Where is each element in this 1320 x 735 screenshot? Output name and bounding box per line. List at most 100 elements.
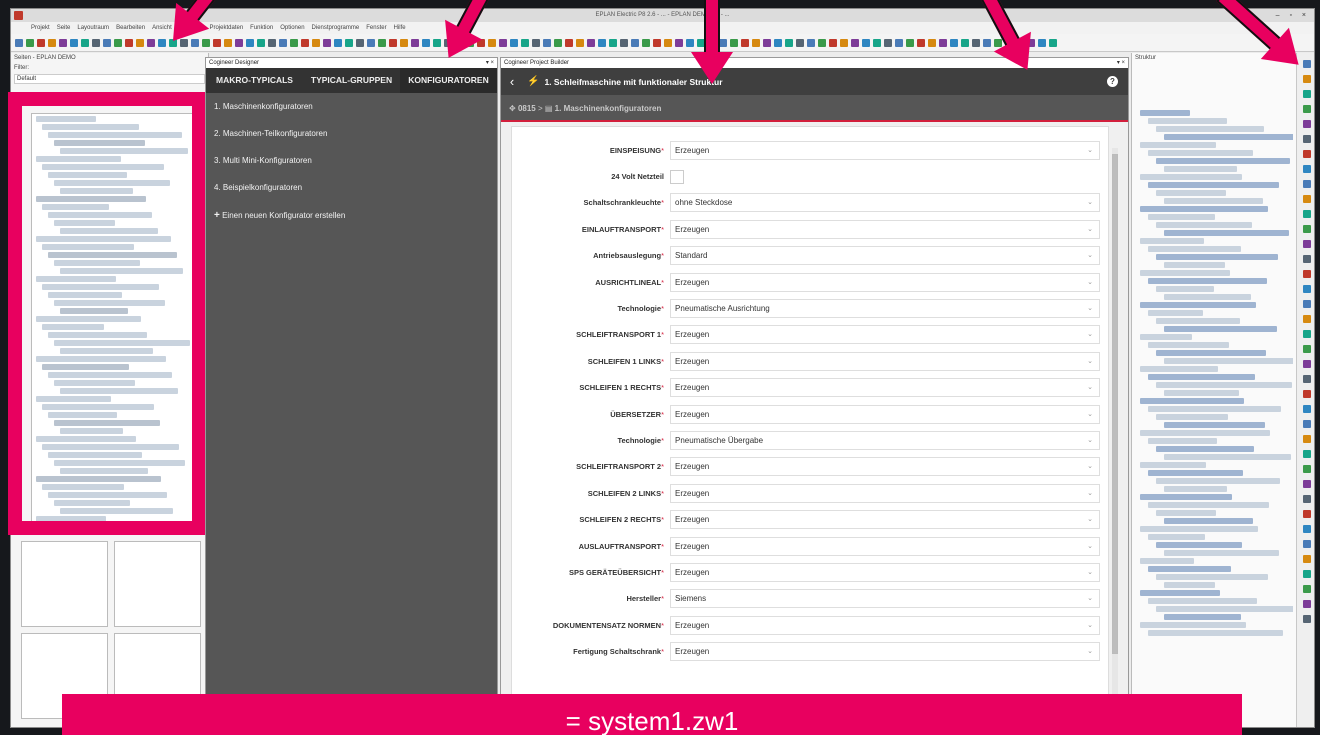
toolbar-button-icon[interactable] bbox=[1302, 360, 1311, 368]
tree-node[interactable] bbox=[1148, 278, 1267, 284]
toolbar-button-icon[interactable] bbox=[59, 38, 67, 47]
menu-item[interactable]: Funktion bbox=[250, 25, 273, 31]
tree-node[interactable] bbox=[1164, 422, 1265, 428]
tree-node[interactable] bbox=[1140, 558, 1194, 564]
tab-makro-typicals[interactable]: MAKRO-TYPICALS bbox=[206, 68, 303, 93]
toolbar-button-icon[interactable] bbox=[92, 38, 100, 47]
toolbar-button-icon[interactable] bbox=[543, 38, 551, 47]
toolbar-button-icon[interactable] bbox=[1302, 300, 1311, 308]
toolbar-button-icon[interactable] bbox=[631, 38, 639, 47]
toolbar-button-icon[interactable] bbox=[752, 38, 760, 47]
tree-node[interactable] bbox=[1156, 318, 1240, 324]
tree-node[interactable] bbox=[1164, 294, 1251, 300]
tree-node[interactable] bbox=[1164, 454, 1291, 460]
tree-node[interactable] bbox=[1164, 486, 1227, 492]
tree-node[interactable] bbox=[1156, 382, 1292, 388]
tree-node[interactable] bbox=[1140, 366, 1218, 372]
toolbar-button-icon[interactable] bbox=[510, 38, 518, 47]
breadcrumb-project[interactable]: 0815 bbox=[518, 104, 536, 113]
designer-item-maschinen-teilkonfiguratoren[interactable]: 2. Maschinen-Teilkonfiguratoren bbox=[206, 120, 497, 147]
tree-node[interactable] bbox=[1140, 174, 1242, 180]
toolbar-button-icon[interactable] bbox=[917, 38, 925, 47]
toolbar-button-icon[interactable] bbox=[851, 38, 859, 47]
designer-item-beispielkonfiguratoren[interactable]: 4. Beispielkonfiguratoren bbox=[206, 174, 497, 201]
toolbar-button-icon[interactable] bbox=[609, 38, 617, 47]
tree-node[interactable] bbox=[1140, 238, 1204, 244]
field-dropdown[interactable]: Erzeugen ⌄ bbox=[670, 510, 1100, 530]
tree-node[interactable] bbox=[1164, 614, 1241, 620]
menu-item[interactable]: Optionen bbox=[280, 25, 304, 31]
filter-dropdown[interactable]: Default bbox=[14, 74, 205, 84]
toolbar-button-icon[interactable] bbox=[1038, 38, 1046, 47]
tree-node[interactable] bbox=[1156, 286, 1214, 292]
field-dropdown[interactable]: Erzeugen ⌄ bbox=[670, 378, 1100, 398]
toolbar-button-icon[interactable] bbox=[26, 38, 34, 47]
toolbar-button-icon[interactable] bbox=[1302, 390, 1311, 398]
toolbar-button-icon[interactable] bbox=[1302, 510, 1311, 518]
tree-node[interactable] bbox=[1164, 390, 1239, 396]
toolbar-button-icon[interactable] bbox=[1302, 60, 1311, 68]
tree-node[interactable] bbox=[1156, 190, 1226, 196]
tree-node[interactable] bbox=[1156, 542, 1242, 548]
tree-node[interactable] bbox=[1140, 398, 1244, 404]
tree-node[interactable] bbox=[1156, 222, 1252, 228]
toolbar-button-icon[interactable] bbox=[378, 38, 386, 47]
toolbar-button-icon[interactable] bbox=[125, 38, 133, 47]
help-icon[interactable]: ? bbox=[1107, 76, 1118, 87]
toolbar-button-icon[interactable] bbox=[1049, 38, 1057, 47]
toolbar-button-icon[interactable] bbox=[103, 38, 111, 47]
toolbar-button-icon[interactable] bbox=[1302, 210, 1311, 218]
tree-node[interactable] bbox=[1156, 414, 1228, 420]
toolbar-button-icon[interactable] bbox=[884, 38, 892, 47]
toolbar-button-icon[interactable] bbox=[70, 38, 78, 47]
toolbar-button-icon[interactable] bbox=[246, 38, 254, 47]
menu-item[interactable]: Bearbeiten bbox=[116, 25, 145, 31]
field-dropdown[interactable]: Erzeugen ⌄ bbox=[670, 483, 1100, 503]
toolbar-button-icon[interactable] bbox=[37, 38, 45, 47]
field-dropdown[interactable]: Erzeugen ⌄ bbox=[670, 536, 1100, 556]
toolbar-button-icon[interactable] bbox=[213, 38, 221, 47]
tree-node[interactable] bbox=[1148, 150, 1253, 156]
toolbar-button-icon[interactable] bbox=[279, 38, 287, 47]
toolbar-button-icon[interactable] bbox=[81, 38, 89, 47]
toolbar-button-icon[interactable] bbox=[928, 38, 936, 47]
field-dropdown[interactable]: Erzeugen ⌄ bbox=[670, 562, 1100, 582]
toolbar-button-icon[interactable] bbox=[136, 38, 144, 47]
toolbar-button-icon[interactable] bbox=[1302, 525, 1311, 533]
toolbar-button-icon[interactable] bbox=[1302, 255, 1311, 263]
tree-node[interactable] bbox=[1148, 182, 1279, 188]
toolbar-button-icon[interactable] bbox=[686, 38, 694, 47]
field-dropdown[interactable]: Erzeugen ⌄ bbox=[670, 457, 1100, 477]
toolbar-button-icon[interactable] bbox=[675, 38, 683, 47]
field-dropdown[interactable]: Pneumatische Übergabe ⌄ bbox=[670, 430, 1100, 450]
toolbar-button-icon[interactable] bbox=[521, 38, 529, 47]
scrollbar-thumb[interactable] bbox=[1112, 154, 1118, 654]
tree-node[interactable] bbox=[1140, 590, 1220, 596]
toolbar-button-icon[interactable] bbox=[1302, 90, 1311, 98]
field-dropdown[interactable]: Erzeugen ⌄ bbox=[670, 325, 1100, 345]
toolbar-button-icon[interactable] bbox=[323, 38, 331, 47]
toolbar-button-icon[interactable] bbox=[1302, 420, 1311, 428]
tree-node[interactable] bbox=[1164, 262, 1225, 268]
tree-node[interactable] bbox=[1140, 270, 1230, 276]
toolbar-button-icon[interactable] bbox=[1302, 240, 1311, 248]
field-dropdown[interactable]: Pneumatische Ausrichtung ⌄ bbox=[670, 299, 1100, 319]
toolbar-button-icon[interactable] bbox=[1302, 405, 1311, 413]
tree-node[interactable] bbox=[1156, 478, 1280, 484]
toolbar-button-icon[interactable] bbox=[1302, 495, 1311, 503]
toolbar-button-icon[interactable] bbox=[1302, 480, 1311, 488]
toolbar-button-icon[interactable] bbox=[1302, 570, 1311, 578]
toolbar-button-icon[interactable] bbox=[763, 38, 771, 47]
tree-node[interactable] bbox=[1140, 142, 1216, 148]
back-chevron-icon[interactable]: ‹ bbox=[501, 74, 523, 89]
toolbar-button-icon[interactable] bbox=[653, 38, 661, 47]
toolbar-button-icon[interactable] bbox=[1302, 600, 1311, 608]
field-dropdown[interactable]: Erzeugen ⌄ bbox=[670, 219, 1100, 239]
toolbar-button-icon[interactable] bbox=[235, 38, 243, 47]
tree-node[interactable] bbox=[1140, 462, 1206, 468]
toolbar-button-icon[interactable] bbox=[774, 38, 782, 47]
toolbar-button-icon[interactable] bbox=[598, 38, 606, 47]
toolbar-button-icon[interactable] bbox=[1302, 330, 1311, 338]
toolbar-button-icon[interactable] bbox=[1302, 315, 1311, 323]
toolbar-button-icon[interactable] bbox=[1302, 450, 1311, 458]
